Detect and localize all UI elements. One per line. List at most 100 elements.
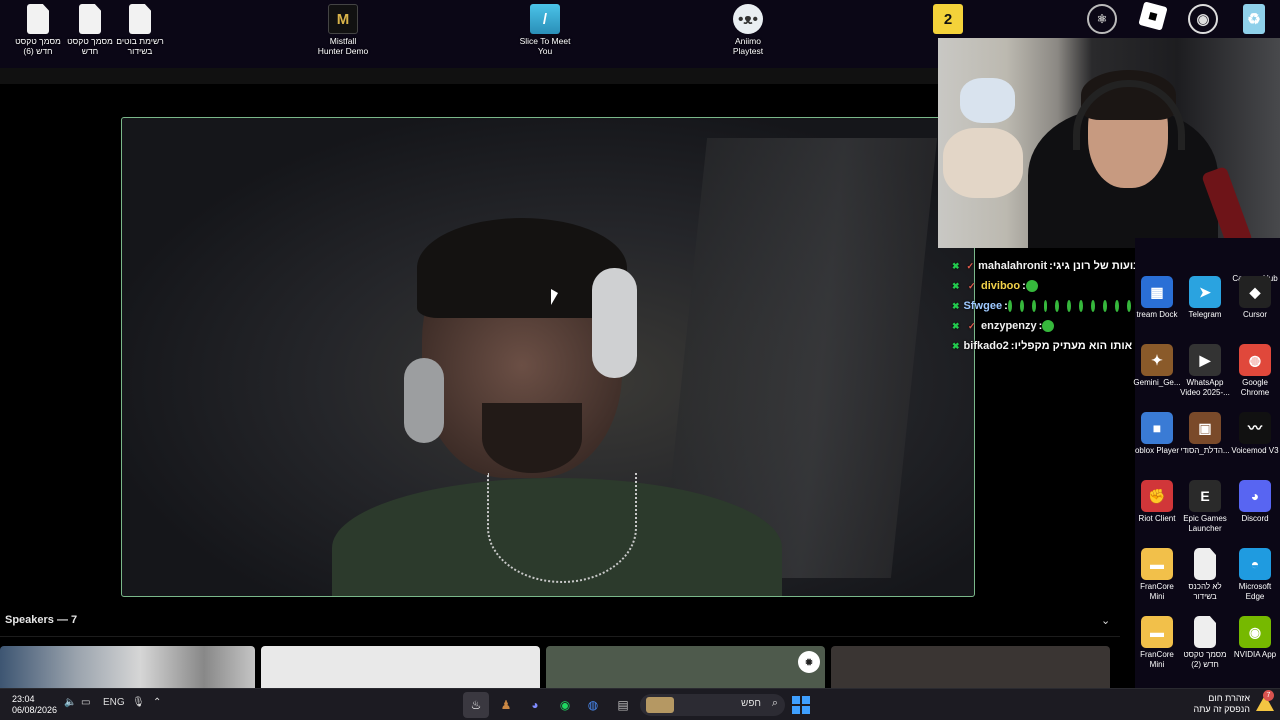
desktop-icon-label: Aniimo Playtest [732,36,764,56]
display-icon[interactable]: ▭ [81,697,90,708]
voicemod-icon: 〰 [1239,412,1271,444]
headphones-right [592,268,637,378]
chat-message: ✖ ✓ enzypenzy: [949,316,1139,336]
desktop-icon-label: Slice To Meet You [519,36,571,56]
speakers-divider [0,636,1120,637]
desktop-icon-riot-client[interactable]: ✊ Riot Client [1132,480,1182,524]
microphone-icon[interactable]: 🎙 [132,697,145,708]
text-file-icon [1194,548,1216,580]
chat-username: Sfwgee [963,300,1003,312]
mouse-cursor-icon [551,289,558,305]
desktop-icon-whatsapp-video[interactable]: ▶ WhatsApp Video 2025-... [1180,344,1230,398]
text-file-icon [79,4,101,34]
desktop-icon-nvidia-app[interactable]: ◉ NVIDIA App [1230,616,1280,660]
video-person-beard [482,403,582,473]
desktop-icon-label: WhatsApp Video 2025-... [1180,378,1230,397]
mod-badge-icon: ✖ [952,300,960,311]
desktop-icon-label: Microsoft Edge [1238,582,1272,601]
chat-username: mahalahronit [978,260,1048,272]
chevron-down-icon[interactable]: ⌄ [1101,614,1110,627]
streamer-icon: 2 [933,4,963,34]
desktop-icon-google-chrome[interactable]: ◍ Google Chrome [1230,344,1280,398]
chrome-taskbar-icon[interactable]: ◍ [580,692,606,718]
chat-emote-icon [1091,300,1096,312]
chrome-icon: ◍ [1239,344,1271,376]
speaker-tile[interactable] [0,646,255,688]
desktop-icon-francore-mini-2[interactable]: ▬ FranCore Mini [1132,616,1182,670]
search-highlight-image [646,697,674,713]
mod-badge-icon: ✖ [952,320,960,331]
chat-emote-icon [1042,320,1055,332]
search-box[interactable]: חפש ⌕ [640,694,785,716]
chat-emote-icon [1067,300,1072,312]
edge-icon: ◓ [1239,548,1271,580]
desktop-right-icons: ◯Camera Hub▦tream Dock➤Telegram◆Cursor✦G… [1132,238,1280,688]
volume-icon[interactable]: 🔈 [64,697,76,708]
language-indicator[interactable]: ENG [103,697,125,708]
speaker-tile[interactable] [831,646,1110,688]
clock[interactable]: 23:04 06/08/2026 [12,694,57,716]
chat-emote-icon [1115,300,1120,312]
chevron-up-icon[interactable]: ⌃ [153,697,161,708]
desktop-icon-discord[interactable]: ◕ Discord [1230,480,1280,524]
desktop-icon-francore-mini-1[interactable]: ▬ FranCore Mini [1132,548,1182,602]
desktop-icon-voicemod[interactable]: 〰 Voicemod V3 [1230,412,1280,456]
mistfall-icon: M [328,4,358,34]
desktop-icon-label: Cursor [1242,310,1267,319]
speaker-tile[interactable] [546,646,825,688]
steam-taskbar-icon[interactable]: ♨ [463,692,489,718]
notification-badge: 7 [1263,690,1274,701]
desktop-icon-hadlat-hasodi[interactable]: ▣ הדלת_הסודי... [1180,412,1230,456]
windows-start-icon[interactable] [792,696,810,714]
desktop-icon-mistfall[interactable]: M Mistfall Hunter Demo [303,4,383,56]
desktop-icon-lo-lehikanes[interactable]: לא להכנס בשידור [1180,548,1230,602]
weather-widget[interactable]: אזהרת חום הנפסק זה עתה [1193,693,1250,715]
desktop-icon-aniimo[interactable]: •ᴥ• Aniimo Playtest [708,4,788,56]
desktop-icon-stream-dock[interactable]: ▦ tream Dock [1132,276,1182,320]
chat-username: enzypenzy [981,320,1037,332]
desktop-icon-label: Riot Client [1138,514,1176,523]
desktop-icon-telegram[interactable]: ➤ Telegram [1180,276,1230,320]
desktop-icon-label: Gemini_Ge... [1133,378,1181,387]
desktop-icon-label: NVIDIA App [1233,650,1277,659]
file-explorer-taskbar-icon[interactable]: ▤ [610,692,636,718]
desktop-icon-cursor[interactable]: ◆ Cursor [1230,276,1280,320]
discord-taskbar-icon[interactable]: ◕ [522,692,548,718]
recycle-bin-icon: ♻ [1243,4,1265,34]
desktop-icon-label: Voicemod V3 [1231,446,1279,455]
desktop-icon-label: Telegram [1188,310,1222,319]
nvidia-icon: ◉ [1239,616,1271,648]
speakers-label: Speakers — 7 [5,614,78,626]
chat-overlay: ✖✓mahalahronit: וואלה הוא טוב אבל תנועות… [949,256,1242,356]
desktop-icon-bots-list[interactable]: רשימת בוטים בשידור [100,4,180,56]
weather-title: אזהרת חום [1208,693,1250,703]
desktop-icon-gemini[interactable]: ✦ Gemini_Ge... [1132,344,1182,388]
chat-emote-icon [1031,300,1036,312]
chat-username: diviboo [981,280,1021,292]
gemini-icon: ✦ [1141,344,1173,376]
desktop-icon-label: מסמך טקסט (2) חדש [1183,650,1227,669]
aniimo-icon: •ᴥ• [733,4,763,34]
desktop-icon-slice-to-meet-you[interactable]: / Slice To Meet You [505,4,585,56]
desktop-icon-microsoft-edge[interactable]: ◓ Microsoft Edge [1230,548,1280,602]
chat-message: ✖ Sfwgee: [949,296,1139,316]
chat-emote-icon [1007,300,1012,312]
windows-taskbar: 23:04 06/08/2026 🔈 ▭ ENG 🎙 ⌃ ♨ ♟ ◕ ◉ ◍ ▤… [0,688,1280,720]
mod-badge-icon: ✖ [952,260,960,271]
app-taskbar-icon[interactable]: ♟ [493,692,519,718]
chat-emote-icon [1079,300,1084,312]
recycle-bin-shortcut[interactable]: ♻ [1214,4,1280,36]
desktop-icon-epic-games[interactable]: E Epic Games Launcher [1180,480,1230,534]
webcam-overlay [938,38,1280,248]
desktop-icon-roblox-player[interactable]: ■ oblox Player [1132,412,1182,456]
main-speaker-video[interactable] [121,117,975,597]
text-file-icon [27,4,49,34]
chat-emote-icon [1103,300,1108,312]
speaker-tile[interactable] [261,646,540,688]
desktop-icon-label: לא להכנס בשידור [1188,582,1222,601]
riot-icon: ✊ [1141,480,1173,512]
headphones-left [404,358,444,443]
desktop-icon-text-doc-2[interactable]: מסמך טקסט (2) חדש [1180,616,1230,670]
spotify-taskbar-icon[interactable]: ◉ [552,692,578,718]
desktop-icon-label: רשימת בוטים בשידור [116,36,164,56]
